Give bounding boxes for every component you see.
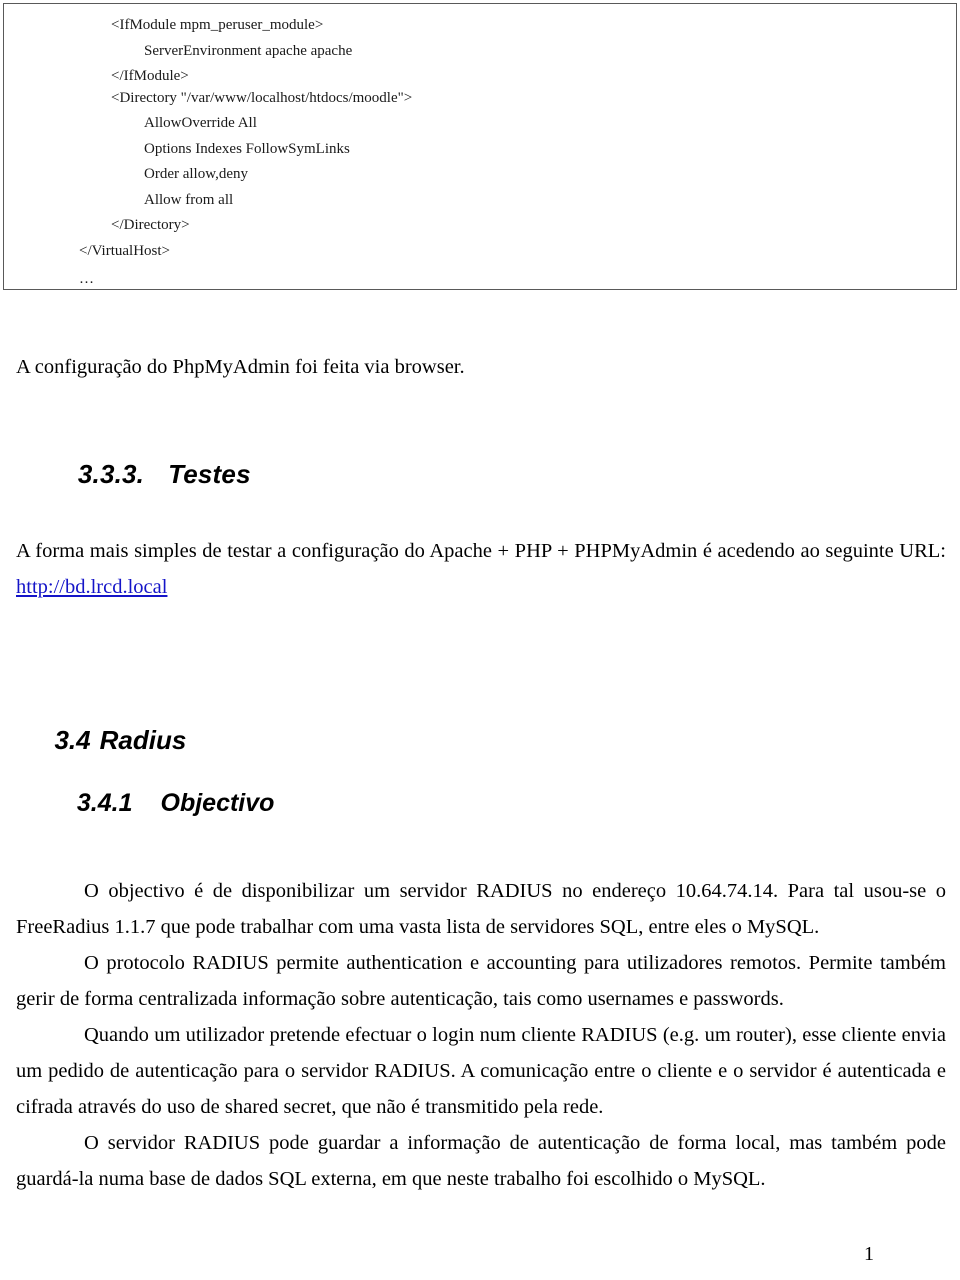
code-line: AllowOverride All [144,115,257,131]
heading-3-3-3-testes: 3.3.3. Testes [63,428,251,490]
paragraph-testes-text: A forma mais simples de testar a configu… [16,539,946,562]
paragraph-objectivo-radius: O objectivo é de disponibilizar um servi… [16,879,946,938]
paragraph-testes-url: A forma mais simples de testar a configu… [16,533,946,605]
code-line: </IfModule> [111,68,189,84]
code-line: </VirtualHost> [79,243,171,259]
heading-3-3-3-number: 3.3.3. [77,459,145,489]
link-bd-lrcd-local[interactable]: http://bd.lrcd.local [16,576,167,598]
heading-3-4-number: 3.4 [54,725,91,755]
paragraph-phpmyadmin-config: A configuração do PhpMyAdmin foi feita v… [16,355,465,378]
code-line: Allow from all [144,192,234,208]
paragraph-login-cliente-radius: Quando um utilizador pretende efectuar o… [16,1023,946,1118]
apache-config-code-block: <IfModule mpm_peruser_module> ServerEnvir… [3,3,957,290]
paragraph-protocolo-radius: O protocolo RADIUS permite authenticatio… [16,951,946,1010]
heading-3-4-1-objectivo: 3.4.1 Objectivo [63,760,275,818]
code-line: <Directory "/var/www/localhost/htdocs/mo… [111,90,413,106]
code-line: Order allow,deny [144,166,248,182]
code-line: Options Indexes FollowSymLinks [144,141,350,157]
heading-3-4-radius: 3.4 Radius [40,694,186,756]
code-line: … [79,271,94,287]
paragraph-guardar-informacao: O servidor RADIUS pode guardar a informa… [16,1131,946,1190]
code-line: <IfModule mpm_peruser_module> [111,17,324,33]
heading-3-4-title: Radius [99,725,187,755]
heading-3-3-3-title: Testes [168,459,251,489]
code-line: </Directory> [111,217,190,233]
page-number: 1 [864,1243,874,1265]
heading-3-4-1-title: Objectivo [160,789,275,817]
heading-3-4-1-number: 3.4.1 [76,789,133,817]
code-line: ServerEnvironment apache apache [144,43,353,59]
